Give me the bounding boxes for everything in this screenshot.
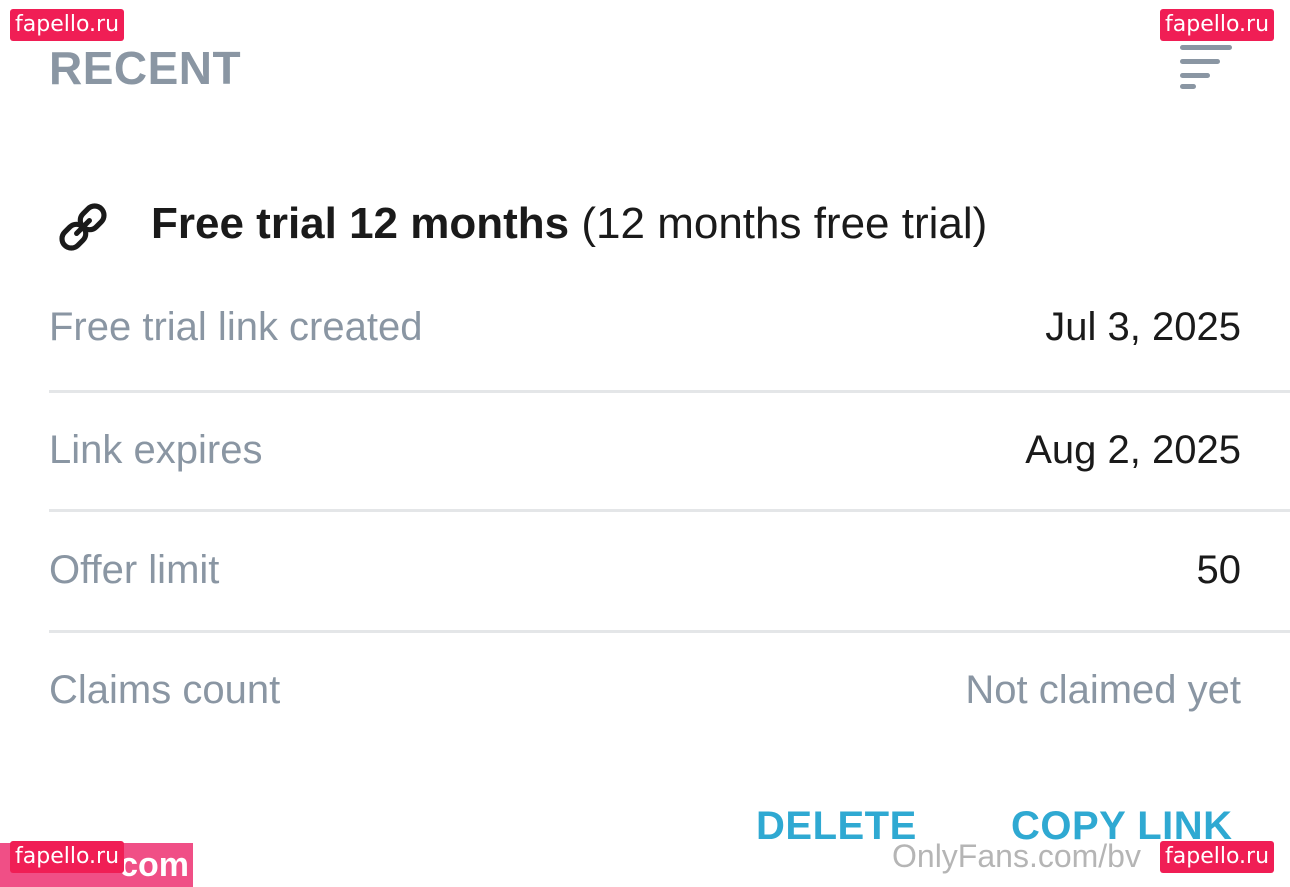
detail-value: Jul 3, 2025: [1045, 304, 1241, 349]
detail-value: Not claimed yet: [965, 667, 1241, 712]
site-watermark: fapello.ru: [1160, 9, 1275, 41]
detail-value: 50: [1196, 547, 1242, 592]
detail-label: Claims count: [49, 667, 281, 712]
site-watermark: fapello.ru: [10, 841, 125, 873]
offer-description: (12 months free trial): [581, 199, 988, 248]
detail-row-expires: Link expires Aug 2, 2025: [49, 390, 1290, 510]
site-watermark: fapello.ru: [1160, 841, 1275, 873]
footer-watermark: OnlyFans.com/bv: [892, 838, 1141, 874]
header-title: RECENT: [49, 42, 242, 94]
offer-title: Free trial 12 months (12 months free tri…: [151, 194, 987, 254]
offer-name: Free trial 12 months: [151, 199, 570, 248]
detail-label: Offer limit: [49, 547, 220, 592]
detail-row-created: Free trial link created Jul 3, 2025: [49, 267, 1290, 387]
detail-row-claims: Claims count Not claimed yet: [49, 630, 1290, 750]
link-icon: [52, 196, 114, 258]
detail-label: Free trial link created: [49, 304, 423, 349]
site-watermark: fapello.ru: [10, 9, 125, 41]
detail-row-offer-limit: Offer limit 50: [49, 510, 1290, 630]
sort-lines-icon: [1180, 45, 1232, 89]
sort-button[interactable]: [1172, 42, 1238, 92]
detail-value: Aug 2, 2025: [1025, 427, 1241, 472]
detail-label: Link expires: [49, 427, 263, 472]
